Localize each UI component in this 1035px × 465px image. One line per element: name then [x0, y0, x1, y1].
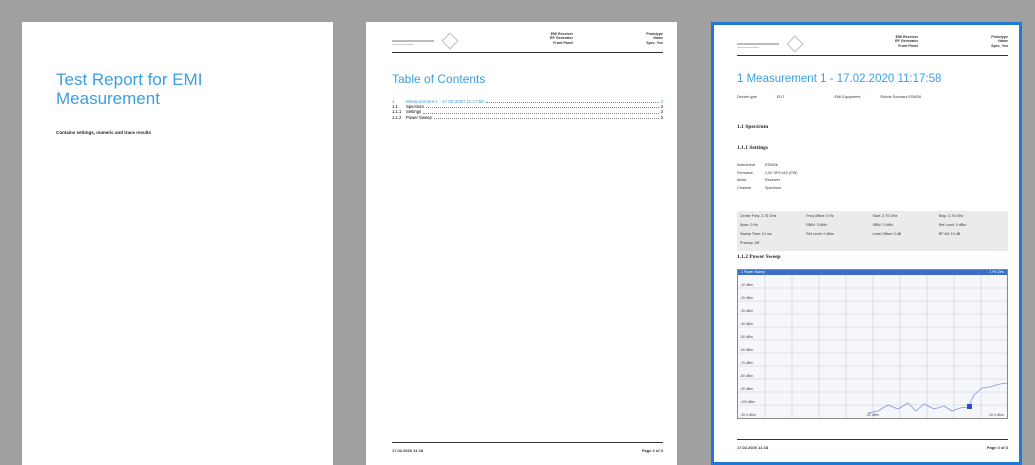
settings-row: Instrument ESW26: [737, 163, 778, 167]
report-page-3-selected[interactable]: EMI Receiver RF Generator Front Panel Pr…: [711, 22, 1022, 465]
section-heading-spectrum: 1.1 Spectrum: [737, 124, 769, 130]
y-tick-label: -80 dBm: [740, 374, 753, 378]
y-tick-label: -40 dBm: [740, 322, 753, 326]
measurement-info: Device type EUT EMI Equipment Rohde Schw…: [737, 95, 922, 99]
settings-list: Instrument ESW26 Firmware 1.00 SP3 b10 (FW…: [737, 162, 798, 192]
toc-title: Table of Contents: [392, 72, 486, 86]
y-tick-label: -100 dBm: [740, 400, 755, 404]
y-tick-label: -60 dBm: [740, 348, 753, 352]
header-col-2: Prototype Name Spec_Yes: [646, 32, 663, 45]
report-subtitle: Contains settings, numeric and trace res…: [56, 130, 152, 135]
power-sweep-chart: 1 Power Sweep 1 Pk Clrw -10 dBm -20 dBm: [737, 269, 1008, 419]
y-tick-label: -90 dBm: [740, 387, 753, 391]
x-tick-label: -10.0 dBm: [988, 413, 1004, 417]
footer-page-number: Page 2 of 3: [641, 448, 663, 453]
footer-timestamp: 17.02.2020 11:18: [392, 448, 424, 453]
y-tick-label: -50 dBm: [740, 335, 753, 339]
footer-timestamp: 17.02.2020 11:18: [737, 445, 769, 450]
chart-plot-area: -10 dBm -20 dBm -30 dBm -40 dBm -50 dBm …: [738, 275, 1007, 418]
settings-row: Channel Spectrum: [737, 185, 782, 190]
settings-row: Mode Receiver: [737, 178, 780, 182]
footer-rule: [737, 439, 1008, 440]
company-logo: [737, 35, 807, 53]
power-sweep-trace: [867, 382, 1007, 414]
toc-entry[interactable]: 1.1.2 Power Sweep 3: [392, 115, 663, 120]
x-tick-label: -30.0 dBm: [740, 413, 756, 417]
report-page-1[interactable]: Test Report for EMI Measurement Contains…: [22, 22, 333, 465]
trace-marker: [967, 404, 972, 409]
section-heading-settings: 1.1.1 Settings: [737, 145, 769, 151]
y-tick-label: -30 dBm: [740, 309, 753, 313]
x-tick-label: -20 dBm: [866, 413, 879, 417]
measurement-title: 1 Measurement 1 - 17.02.2020 11:17:58: [737, 73, 942, 85]
header-col-2: Prototype Name Spec_Yes: [991, 35, 1008, 48]
footer-rule: [392, 442, 663, 443]
report-title: Test Report for EMI Measurement: [56, 70, 203, 108]
header-rule: [392, 52, 663, 53]
y-tick-label: -10 dBm: [740, 283, 753, 287]
table-of-contents: 1 Measurement 1 - 17.02.2020 11:17:58 3 …: [392, 99, 663, 120]
header-rule: [737, 55, 1008, 56]
report-page-2[interactable]: EMI Receiver RF Generator Front Panel Pr…: [366, 22, 677, 465]
footer-page-number: Page 3 of 3: [986, 445, 1008, 450]
header-col-1: EMI Receiver RF Generator Front Panel: [895, 35, 918, 48]
company-logo: [392, 32, 462, 50]
parameter-table: Center Freq: 2.75 GHz Freq Offset: 0 Hz St…: [737, 211, 1008, 251]
y-tick-label: -20 dBm: [740, 296, 753, 300]
settings-row: Firmware 1.00 SP3 b10 (FW): [737, 170, 798, 175]
header-col-1: EMI Receiver RF Generator Front Panel: [550, 32, 573, 45]
section-heading-power-sweep: 1.1.2 Power Sweep: [737, 254, 781, 260]
y-tick-label: -70 dBm: [740, 361, 753, 365]
